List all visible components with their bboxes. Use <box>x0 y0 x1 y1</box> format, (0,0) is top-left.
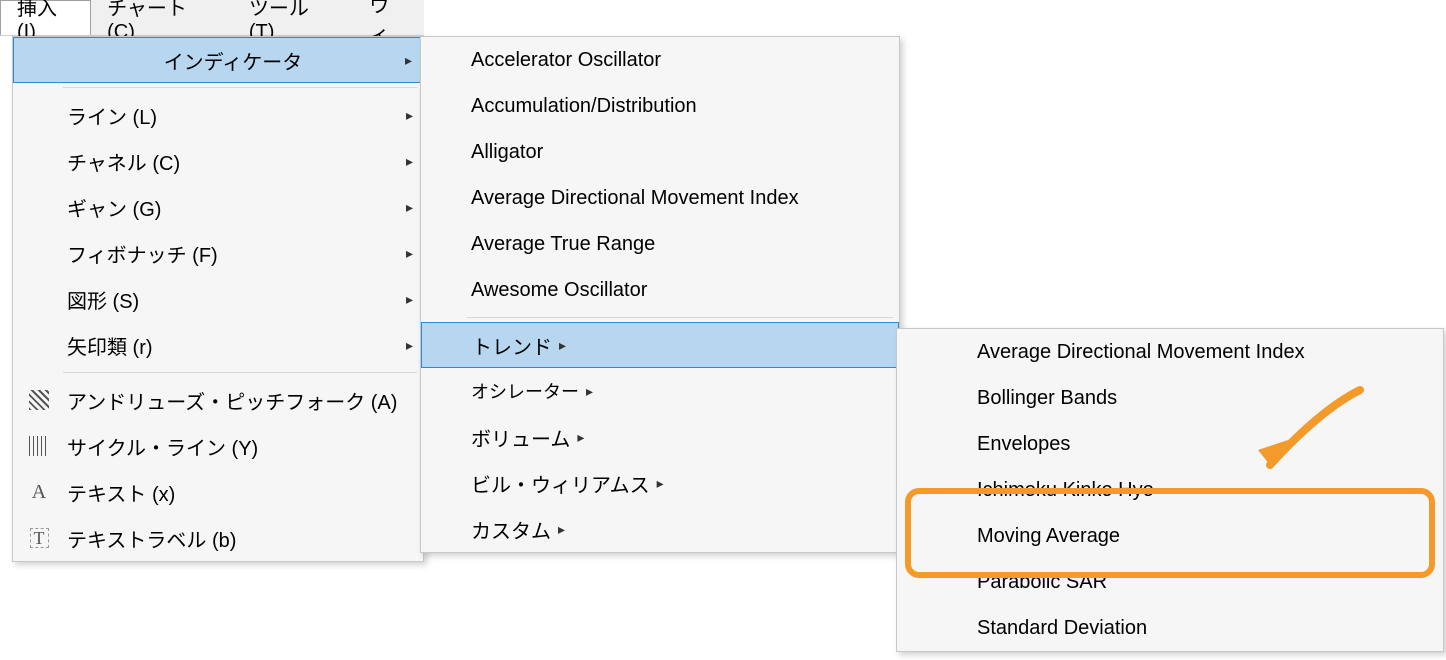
arrows-label: 矢印類 (r) <box>59 331 399 360</box>
menu-item-pitchfork[interactable]: アンドリューズ・ピッチフォーク (A) <box>13 377 423 423</box>
menu-item-ichimoku[interactable]: Ichimoku Kinko Hyo <box>897 467 1443 513</box>
menu-item-accelerator[interactable]: Accelerator Oscillator <box>421 37 899 83</box>
trend-submenu: Average Directional Movement Index Bolli… <box>896 328 1444 652</box>
menu-item-arrows[interactable]: 矢印類 (r) ▸ <box>13 322 423 368</box>
text-label-icon <box>19 528 59 548</box>
menu-item-trend[interactable]: トレンド ▸ <box>421 322 899 368</box>
text-icon <box>19 481 59 504</box>
atr-label: Average True Range <box>471 233 655 256</box>
indicators-submenu: Accelerator Oscillator Accumulation/Dist… <box>420 36 900 553</box>
menu-item-oscillator[interactable]: オシレーター ▸ <box>421 368 899 414</box>
menu-item-admi[interactable]: Average Directional Movement Index <box>421 175 899 221</box>
menu-item-atr[interactable]: Average True Range <box>421 221 899 267</box>
channel-label: チャネル (C) <box>59 147 399 176</box>
bollinger-label: Bollinger Bands <box>977 387 1117 410</box>
indicators-label: インディケータ <box>60 46 398 75</box>
trend-label: トレンド <box>472 331 552 360</box>
menu-item-custom[interactable]: カスタム ▸ <box>421 506 899 552</box>
ichimoku-label: Ichimoku Kinko Hyo <box>977 479 1154 502</box>
menu-item-line[interactable]: ライン (L) ▸ <box>13 92 423 138</box>
menu-item-admi3[interactable]: Average Directional Movement Index <box>897 329 1443 375</box>
cycle-label: サイクル・ライン (Y) <box>59 432 413 461</box>
menu-item-envelopes[interactable]: Envelopes <box>897 421 1443 467</box>
menu-item-gann[interactable]: ギャン (G) ▸ <box>13 184 423 230</box>
submenu-arrow-icon: ▸ <box>399 291 413 308</box>
admi3-label: Average Directional Movement Index <box>977 341 1305 364</box>
menu-insert[interactable]: 挿入(I) <box>0 0 91 35</box>
menu-tools[interactable]: ツール (T) <box>233 0 353 35</box>
menu-item-parabolic[interactable]: Parabolic SAR <box>897 559 1443 605</box>
menu-item-billwilliams[interactable]: ビル・ウィリアムス ▸ <box>421 460 899 506</box>
awesome-label: Awesome Oscillator <box>471 279 647 302</box>
menu-item-accum[interactable]: Accumulation/Distribution <box>421 83 899 129</box>
separator <box>63 87 417 88</box>
submenu-arrow-icon: ▸ <box>399 107 413 124</box>
alligator-label: Alligator <box>471 141 543 164</box>
menu-item-fibo[interactable]: フィボナッチ (F) ▸ <box>13 230 423 276</box>
submenu-arrow-icon: ▸ <box>570 429 584 446</box>
submenu-arrow-icon: ▸ <box>398 52 412 69</box>
submenu-arrow-icon: ▸ <box>399 199 413 216</box>
oscillator-label: オシレーター <box>471 378 579 404</box>
custom-label: カスタム <box>471 515 551 544</box>
parabolic-label: Parabolic SAR <box>977 571 1107 594</box>
menu-item-indicators[interactable]: インディケータ ▸ <box>13 37 423 83</box>
submenu-arrow-icon: ▸ <box>399 337 413 354</box>
pitchfork-icon <box>19 390 59 410</box>
submenu-arrow-icon: ▸ <box>579 383 593 400</box>
cycle-lines-icon <box>19 436 59 456</box>
menu-item-channel[interactable]: チャネル (C) ▸ <box>13 138 423 184</box>
menu-window[interactable]: ウィ <box>353 0 424 35</box>
separator <box>63 372 417 373</box>
menu-item-shapes[interactable]: 図形 (S) ▸ <box>13 276 423 322</box>
envelopes-label: Envelopes <box>977 433 1070 456</box>
menu-item-text[interactable]: テキスト (x) <box>13 469 423 515</box>
insert-menu: インディケータ ▸ ライン (L) ▸ チャネル (C) ▸ ギャン (G) ▸… <box>12 36 424 562</box>
text-label: テキスト (x) <box>59 478 413 507</box>
stddev-label: Standard Deviation <box>977 617 1147 640</box>
menu-item-bollinger[interactable]: Bollinger Bands <box>897 375 1443 421</box>
submenu-arrow-icon: ▸ <box>552 337 566 354</box>
menu-item-alligator[interactable]: Alligator <box>421 129 899 175</box>
fibo-label: フィボナッチ (F) <box>59 239 399 268</box>
accum-label: Accumulation/Distribution <box>471 95 697 118</box>
menu-item-volume[interactable]: ボリューム ▸ <box>421 414 899 460</box>
submenu-arrow-icon: ▸ <box>650 475 664 492</box>
menu-item-textlabel[interactable]: テキストラベル (b) <box>13 515 423 561</box>
pitchfork-label: アンドリューズ・ピッチフォーク (A) <box>59 386 413 415</box>
menu-item-moving-average[interactable]: Moving Average <box>897 513 1443 559</box>
menu-item-cycle[interactable]: サイクル・ライン (Y) <box>13 423 423 469</box>
menu-item-stddev[interactable]: Standard Deviation <box>897 605 1443 651</box>
gann-label: ギャン (G) <box>59 193 399 222</box>
textlabel-label: テキストラベル (b) <box>59 524 413 553</box>
line-label: ライン (L) <box>59 101 399 130</box>
ma-label: Moving Average <box>977 525 1120 548</box>
shapes-label: 図形 (S) <box>59 285 399 314</box>
admi-label: Average Directional Movement Index <box>471 187 799 210</box>
submenu-arrow-icon: ▸ <box>399 153 413 170</box>
submenu-arrow-icon: ▸ <box>551 521 565 538</box>
menu-item-awesome[interactable]: Awesome Oscillator <box>421 267 899 313</box>
separator <box>467 317 893 318</box>
accelerator-label: Accelerator Oscillator <box>471 49 661 72</box>
menubar: 挿入(I) チャート (C) ツール (T) ウィ <box>0 0 424 36</box>
menu-chart[interactable]: チャート (C) <box>91 0 233 35</box>
submenu-arrow-icon: ▸ <box>399 245 413 262</box>
volume-label: ボリューム <box>471 423 570 452</box>
billwilliams-label: ビル・ウィリアムス <box>471 469 650 498</box>
